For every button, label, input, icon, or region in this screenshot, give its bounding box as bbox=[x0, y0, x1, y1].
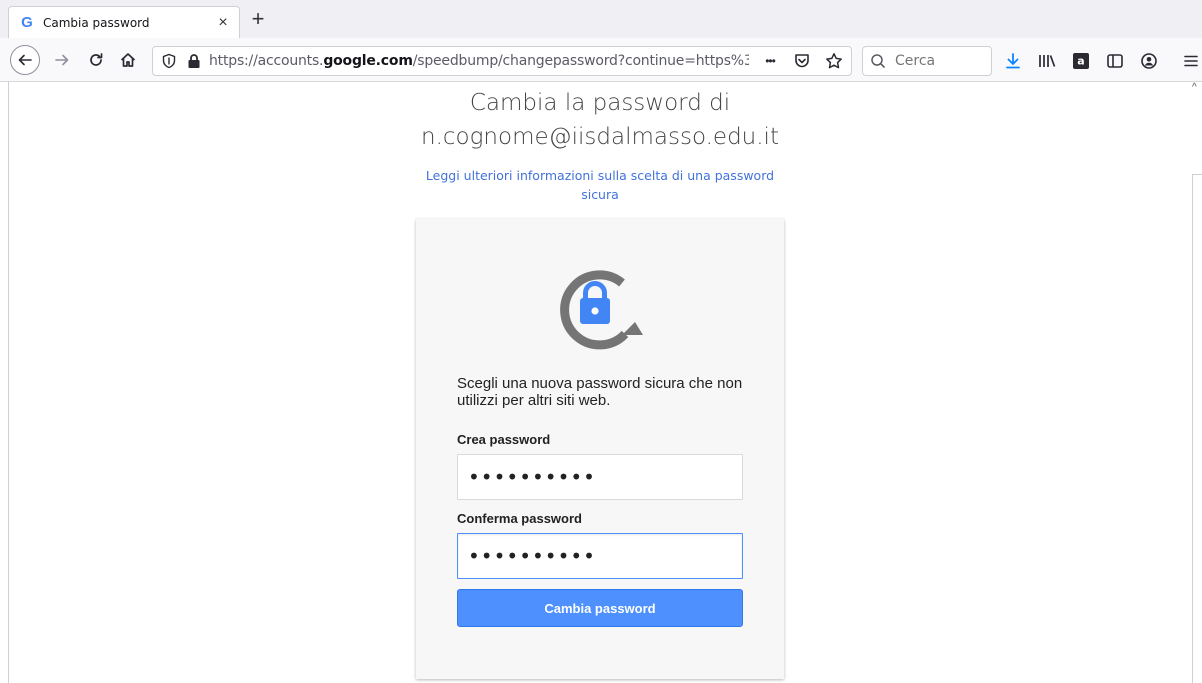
tracking-shield-icon[interactable] bbox=[161, 53, 177, 69]
url-prefix: https://accounts. bbox=[209, 53, 324, 69]
tab-cambia-password[interactable]: G Cambia password × bbox=[8, 6, 240, 38]
search-icon bbox=[871, 54, 885, 68]
url-text[interactable]: https://accounts.google.com/speedbump/ch… bbox=[209, 53, 749, 69]
page-title-line1: Cambia la password di bbox=[469, 90, 731, 116]
url-bar[interactable]: https://accounts.google.com/speedbump/ch… bbox=[152, 46, 852, 76]
scroll-up-icon[interactable]: ^ bbox=[1192, 83, 1200, 93]
downloads-button[interactable] bbox=[1002, 50, 1024, 72]
url-path: /speedbump/changepassword?continue=https… bbox=[412, 53, 749, 69]
form-description: Scegli una nuova password sicura che non… bbox=[457, 375, 743, 409]
create-password-input[interactable] bbox=[457, 454, 743, 500]
confirm-password-input[interactable] bbox=[457, 533, 743, 579]
change-password-card: Scegli una nuova password sicura che non… bbox=[416, 219, 784, 679]
bookmark-button[interactable] bbox=[823, 50, 845, 72]
account-icon bbox=[1141, 53, 1157, 69]
library-icon bbox=[1039, 55, 1056, 67]
forward-button[interactable] bbox=[48, 46, 76, 74]
page-content: ^ Cambia la password di n.cognome@iisdal… bbox=[0, 82, 1202, 683]
home-button[interactable] bbox=[114, 46, 142, 74]
confirm-password-label: Conferma password bbox=[457, 511, 582, 526]
bookmark-star-icon bbox=[826, 53, 842, 69]
url-actions: ••• bbox=[759, 50, 845, 72]
back-button[interactable] bbox=[10, 45, 40, 75]
password-info-link[interactable]: Leggi ulteriori informazioni sulla scelt… bbox=[420, 166, 780, 204]
back-arrow-icon bbox=[18, 54, 32, 66]
tab-close-icon[interactable]: × bbox=[213, 13, 233, 33]
hamburger-menu-icon bbox=[1184, 55, 1198, 67]
pocket-icon bbox=[795, 54, 809, 68]
account-button[interactable] bbox=[1138, 50, 1160, 72]
sidebar-icon bbox=[1107, 54, 1123, 68]
reload-button[interactable] bbox=[82, 46, 110, 74]
new-tab-button[interactable]: + bbox=[246, 8, 270, 32]
search-bar[interactable] bbox=[862, 46, 992, 76]
svg-text:a: a bbox=[1077, 55, 1084, 68]
vertical-scrollbar[interactable]: ^ bbox=[1190, 82, 1202, 683]
page-actions-button[interactable]: ••• bbox=[759, 50, 781, 72]
google-favicon-icon: G bbox=[21, 13, 33, 31]
sidebar-button[interactable] bbox=[1104, 50, 1126, 72]
password-reset-lock-icon bbox=[560, 270, 643, 350]
home-icon bbox=[120, 53, 136, 67]
page-title-account: n.cognome@iisdalmasso.edu.it bbox=[421, 124, 779, 150]
search-input[interactable] bbox=[895, 53, 985, 69]
navigation-toolbar: https://accounts.google.com/speedbump/ch… bbox=[0, 38, 1202, 82]
lock-icon[interactable] bbox=[187, 53, 201, 69]
library-button[interactable] bbox=[1036, 50, 1058, 72]
tab-title: Cambia password bbox=[43, 15, 150, 30]
page-title: Cambia la password di n.cognome@iisdalma… bbox=[400, 86, 800, 154]
amazon-button[interactable]: a bbox=[1070, 50, 1092, 72]
scroll-thumb[interactable] bbox=[1192, 174, 1202, 683]
window-edge bbox=[8, 82, 9, 683]
download-icon bbox=[1006, 53, 1020, 69]
create-password-label: Crea password bbox=[457, 432, 551, 447]
pocket-button[interactable] bbox=[791, 50, 813, 72]
tab-strip: G Cambia password × + bbox=[0, 0, 1202, 38]
change-password-button[interactable]: Cambia password bbox=[457, 589, 743, 627]
reload-icon bbox=[90, 53, 103, 66]
forward-arrow-icon bbox=[55, 54, 69, 66]
amazon-icon: a bbox=[1073, 53, 1089, 69]
toolbar-icons: a bbox=[1002, 46, 1202, 76]
menu-button[interactable] bbox=[1180, 50, 1202, 72]
url-domain: google.com bbox=[323, 53, 413, 69]
